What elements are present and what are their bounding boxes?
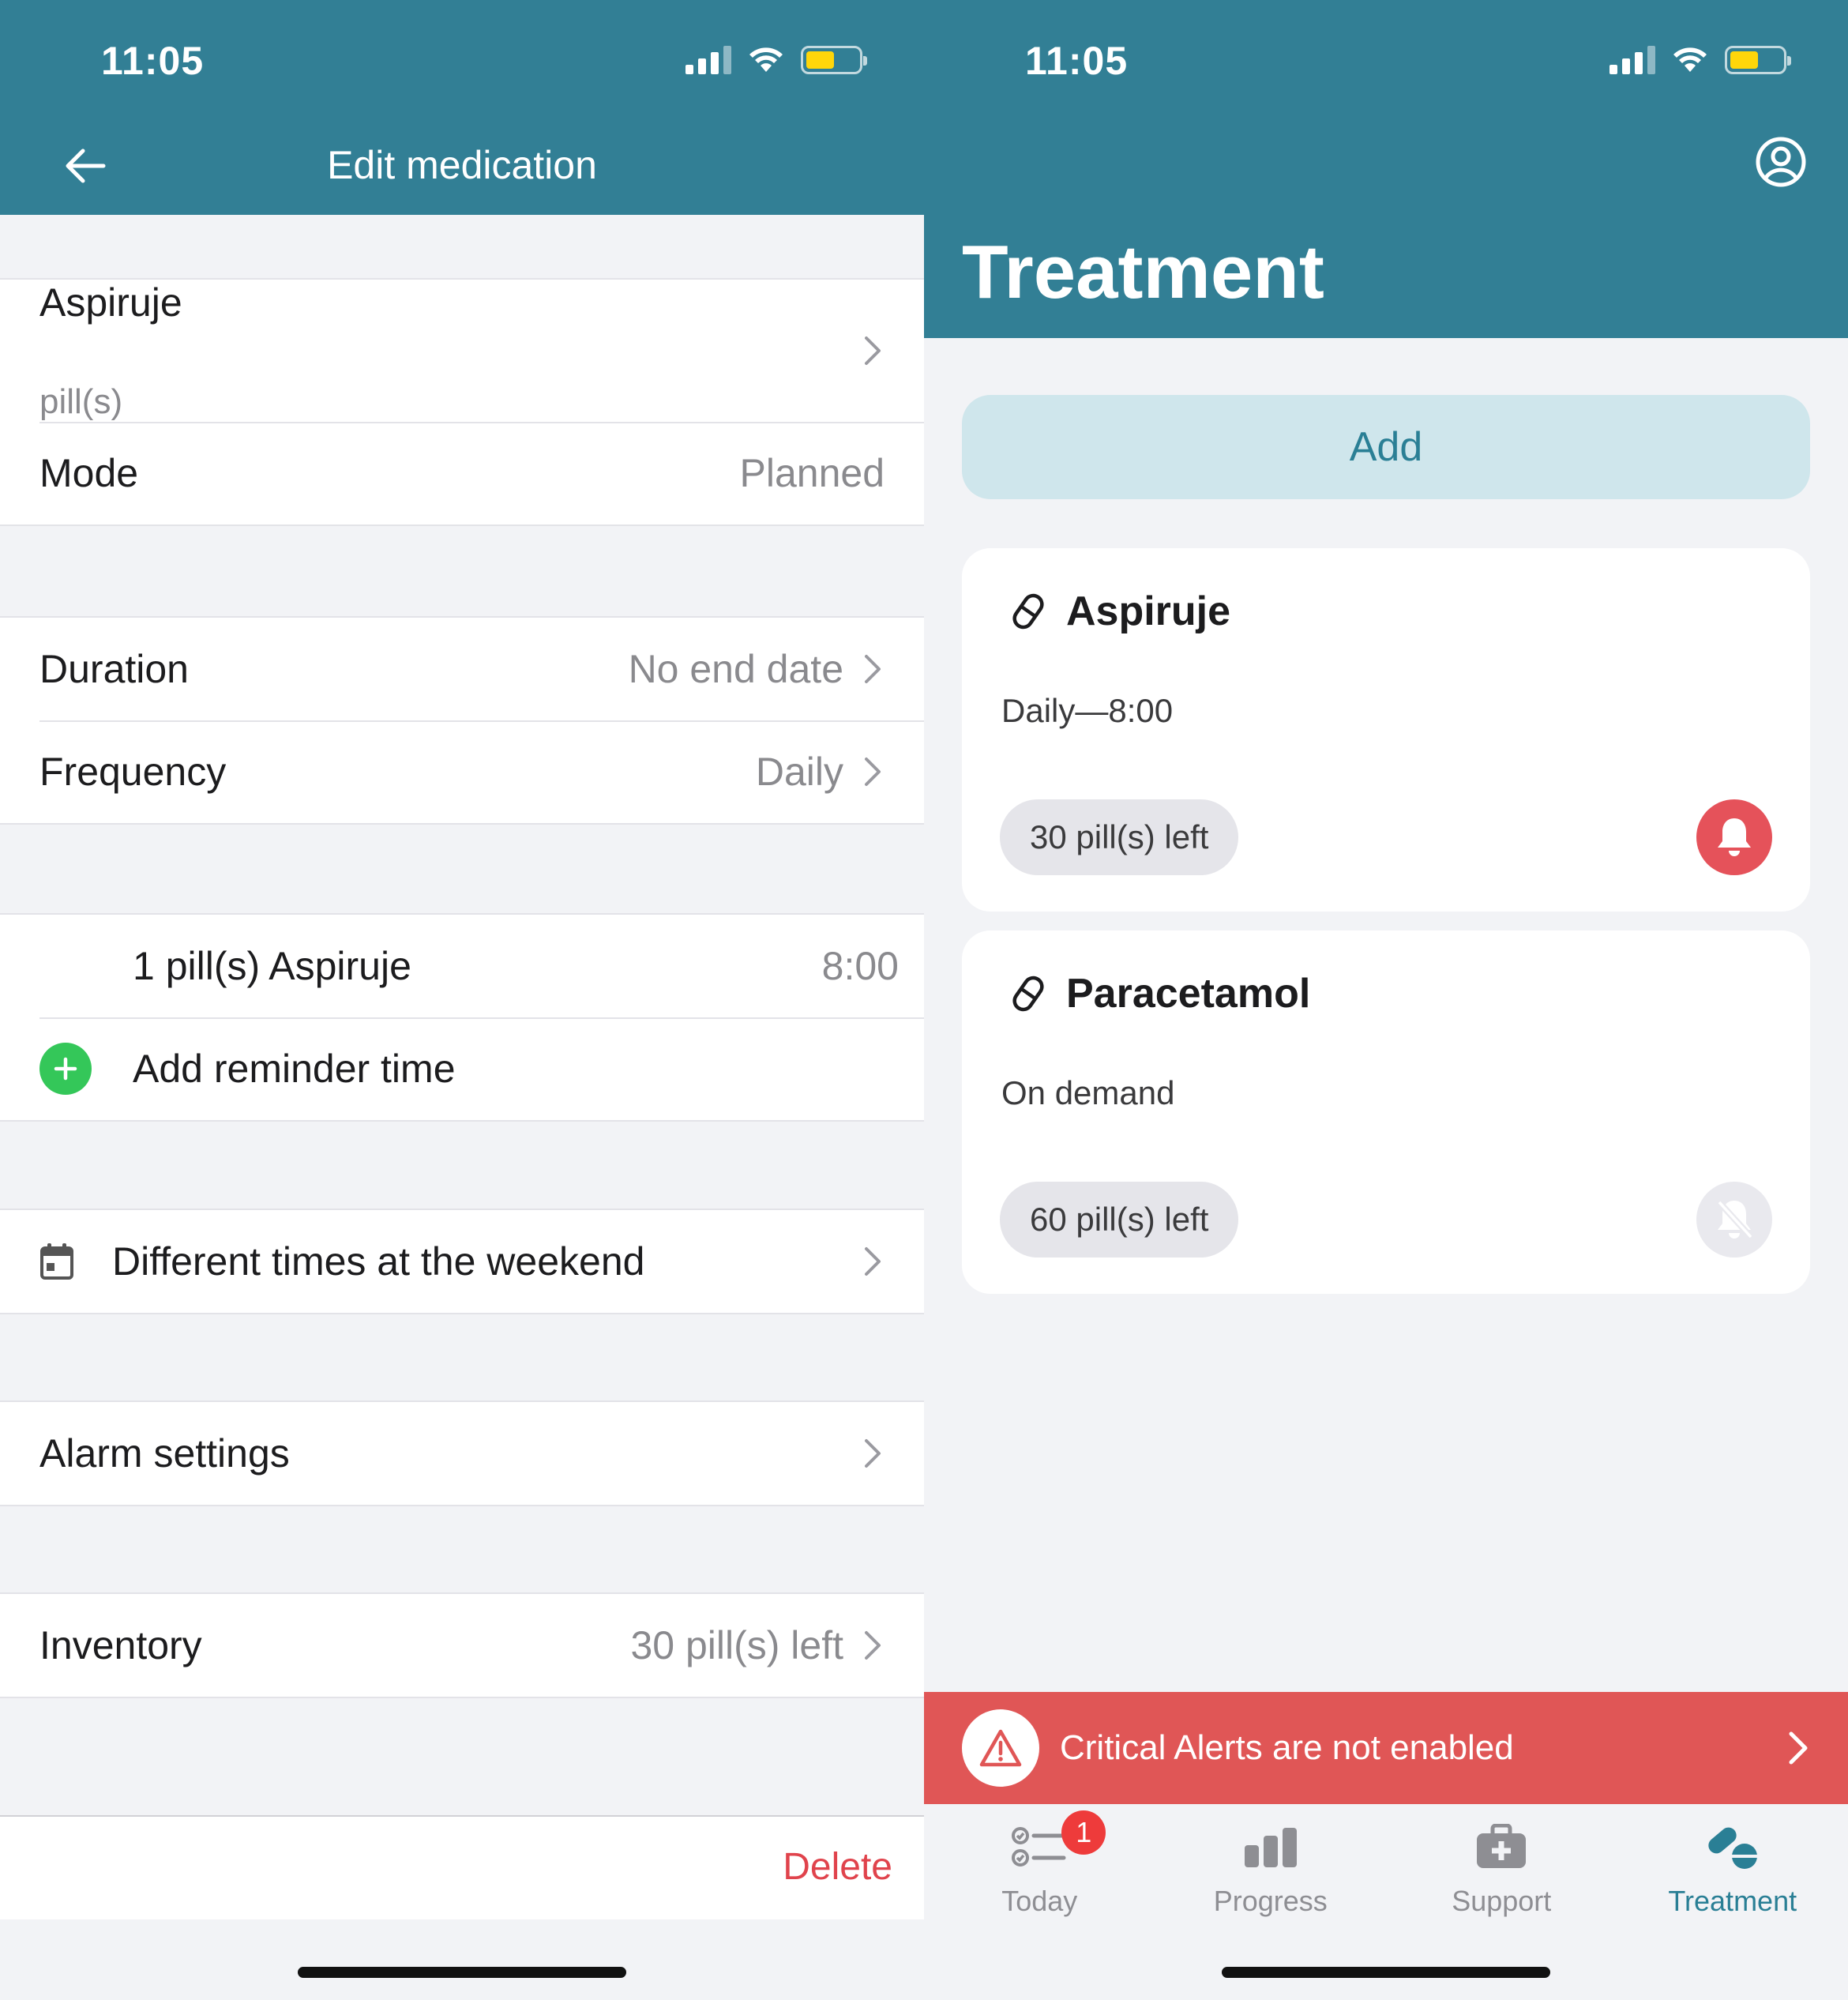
chevron-right-icon [861, 1630, 885, 1661]
reminder-toggle[interactable] [1696, 1182, 1772, 1258]
inventory-group: Inventory 30 pill(s) left [0, 1592, 924, 1698]
profile-button[interactable] [1755, 136, 1807, 188]
medication-name-row[interactable]: Aspiruje pill(s) [0, 280, 924, 422]
frequency-value: Daily [755, 750, 843, 794]
status-bar: 11:05 [0, 0, 924, 118]
medication-group: Aspiruje pill(s) Mode Planned [0, 278, 924, 526]
medication-name: Aspiruje [1066, 588, 1231, 634]
home-indicator[interactable] [298, 1967, 626, 1978]
chevron-right-icon [1789, 1731, 1808, 1765]
user-circle-icon [1756, 137, 1806, 187]
medical-kit-icon [1470, 1818, 1533, 1875]
pill-icon [1012, 593, 1044, 630]
plus-circle-icon [39, 1043, 92, 1095]
chevron-right-icon [861, 1438, 885, 1469]
cellular-signal-icon [1609, 46, 1655, 74]
inventory-chip: 60 pill(s) left [1000, 1182, 1239, 1258]
bar-chart-icon [1239, 1818, 1302, 1875]
tab-treatment[interactable]: Treatment [1617, 1804, 1848, 2000]
status-bar: 11:05 [924, 0, 1848, 118]
frequency-row[interactable]: Frequency Daily [0, 720, 924, 823]
reminder-row[interactable]: 1 pill(s) Aspiruje 8:00 [0, 915, 924, 1017]
medication-card[interactable]: Aspiruje Daily—8:00 30 pill(s) left [962, 548, 1810, 912]
critical-alerts-banner[interactable]: Critical Alerts are not enabled [924, 1692, 1848, 1804]
inventory-value: 30 pill(s) left [630, 1623, 843, 1667]
weekend-group: Different times at the weekend [0, 1209, 924, 1314]
medication-card[interactable]: Paracetamol On demand 60 pill(s) left [962, 930, 1810, 1294]
bell-off-icon [1717, 1200, 1753, 1239]
calendar-icon [40, 1243, 73, 1280]
battery-icon [1725, 46, 1791, 74]
home-indicator[interactable] [1222, 1967, 1550, 1978]
mode-value: Planned [739, 451, 885, 495]
page-title: Treatment [962, 230, 1324, 314]
reminder-label: 1 pill(s) Aspiruje [133, 944, 411, 988]
cellular-signal-icon [685, 46, 731, 74]
reminders-group: 1 pill(s) Aspiruje 8:00 Add reminder tim… [0, 913, 924, 1122]
reminder-toggle[interactable] [1696, 799, 1772, 875]
chevron-right-icon [861, 335, 885, 367]
schedule-group: Duration No end date Frequency Daily [0, 616, 924, 825]
medication-schedule: On demand [1001, 1074, 1175, 1111]
pills-icon [1701, 1818, 1764, 1875]
alarm-settings-row[interactable]: Alarm settings [0, 1402, 924, 1505]
bell-icon [1718, 818, 1751, 856]
reminder-time[interactable]: 8:00 [822, 943, 899, 989]
medication-name: Aspiruje [39, 280, 182, 325]
add-reminder-label: Add reminder time [133, 1047, 456, 1091]
add-reminder-row[interactable]: Add reminder time [0, 1017, 924, 1120]
nav-bar: Edit medication [0, 118, 924, 215]
page-title: Edit medication [327, 143, 597, 187]
chevron-right-icon [861, 756, 885, 788]
mode-row[interactable]: Mode Planned [0, 422, 924, 524]
alarm-group: Alarm settings [0, 1400, 924, 1506]
weekend-label: Different times at the weekend [112, 1239, 645, 1284]
chevron-right-icon [861, 653, 885, 685]
treatment-screen: 11:05 Treatment Add Aspiruje Daily—8:00 … [924, 0, 1848, 2000]
chevron-right-icon [861, 1246, 885, 1277]
alarm-settings-label: Alarm settings [39, 1431, 290, 1476]
add-medication-button[interactable]: Add [962, 395, 1810, 499]
medication-unit: pill(s) [39, 382, 123, 421]
delete-button[interactable]: Delete [783, 1845, 892, 1889]
alert-text: Critical Alerts are not enabled [1060, 1728, 1514, 1767]
status-time: 11:05 [101, 39, 205, 83]
duration-value: No end date [628, 647, 843, 691]
inventory-row[interactable]: Inventory 30 pill(s) left [0, 1594, 924, 1697]
medication-name: Paracetamol [1066, 971, 1311, 1017]
delete-bar: Delete [0, 1815, 924, 1919]
weekend-times-row[interactable]: Different times at the weekend [0, 1210, 924, 1313]
status-time: 11:05 [1025, 39, 1129, 83]
wifi-icon [749, 47, 783, 72]
wifi-icon [1673, 47, 1707, 72]
tab-today[interactable]: 1 Today [924, 1804, 1155, 2000]
edit-medication-screen: 11:05 Edit medication Aspiruje pill(s) M… [0, 0, 924, 2000]
notification-badge: 1 [1061, 1810, 1106, 1855]
duration-row[interactable]: Duration No end date [0, 618, 924, 720]
inventory-chip: 30 pill(s) left [1000, 799, 1239, 875]
warning-icon [962, 1709, 1039, 1787]
medication-schedule: Daily—8:00 [1001, 692, 1174, 729]
pill-icon [1012, 976, 1044, 1012]
battery-icon [801, 46, 867, 74]
